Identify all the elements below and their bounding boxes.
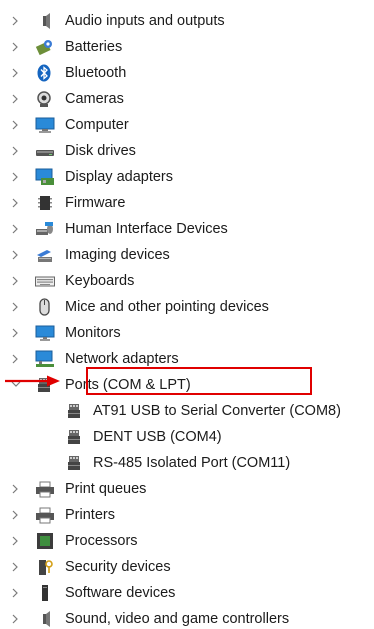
tree-node-dent-usb[interactable]: DENT USB (COM4) (0, 424, 374, 450)
monitor-icon (35, 324, 55, 342)
tree-node-disk-drives[interactable]: Disk drives (0, 138, 374, 164)
processor-icon (35, 532, 55, 550)
keyboard-icon (35, 272, 55, 290)
chevron-right-icon[interactable] (9, 86, 23, 112)
tree-node-human-interface-devices[interactable]: Human Interface Devices (0, 216, 374, 242)
tree-node-audio-inputs-and-outputs[interactable]: Audio inputs and outputs (0, 8, 374, 34)
tree-node-firmware[interactable]: Firmware (0, 190, 374, 216)
bluetooth-icon (35, 64, 55, 82)
chevron-right-icon[interactable] (9, 502, 23, 528)
tree-node-label: Audio inputs and outputs (65, 13, 225, 29)
camera-icon (35, 90, 55, 108)
tree-node-label: Firmware (65, 195, 126, 211)
tree-node-label: Security devices (65, 559, 171, 575)
port-icon (65, 428, 85, 446)
pointer-arrow-icon (5, 375, 60, 387)
tree-node-sound-video-game-controllers[interactable]: Sound, video and game controllers (0, 606, 374, 629)
firmware-icon (35, 194, 55, 212)
chevron-right-icon[interactable] (9, 242, 23, 268)
tree-node-label: Bluetooth (65, 65, 127, 81)
chevron-right-icon[interactable] (9, 8, 23, 34)
tree-node-security-devices[interactable]: Security devices (0, 554, 374, 580)
tree-node-rs485-isolated-port[interactable]: RS-485 Isolated Port (COM11) (0, 450, 374, 476)
tree-node-label: Batteries (65, 39, 123, 55)
chevron-right-icon[interactable] (9, 112, 23, 138)
tree-node-label: Print queues (65, 481, 147, 497)
tree-node-label: Printers (65, 507, 115, 523)
tree-node-label: Computer (65, 117, 129, 133)
tree-node-imaging-devices[interactable]: Imaging devices (0, 242, 374, 268)
battery-icon (35, 38, 55, 56)
tree-node-display-adapters[interactable]: Display adapters (0, 164, 374, 190)
tree-node-label: DENT USB (COM4) (93, 429, 222, 445)
tree-node-printers[interactable]: Printers (0, 502, 374, 528)
speaker-icon (35, 610, 55, 628)
printer-icon (35, 506, 55, 524)
chevron-right-icon[interactable] (9, 476, 23, 502)
tree-node-label: AT91 USB to Serial Converter (COM8) (93, 403, 341, 419)
chevron-right-icon[interactable] (9, 606, 23, 629)
tree-node-label: Disk drives (65, 143, 136, 159)
tree-node-keyboards[interactable]: Keyboards (0, 268, 374, 294)
security-icon (35, 558, 55, 576)
tree-node-at91-usb-serial-converter[interactable]: AT91 USB to Serial Converter (COM8) (0, 398, 374, 424)
computer-icon (35, 116, 55, 134)
tree-node-label: Monitors (65, 325, 121, 341)
chevron-right-icon[interactable] (9, 60, 23, 86)
tree-node-monitors[interactable]: Monitors (0, 320, 374, 346)
disk-drive-icon (35, 142, 55, 160)
hid-icon (35, 220, 55, 238)
chevron-right-icon[interactable] (9, 320, 23, 346)
chevron-right-icon[interactable] (9, 294, 23, 320)
tree-node-label: Processors (65, 533, 138, 549)
chevron-right-icon[interactable] (9, 346, 23, 372)
tree-node-label: Display adapters (65, 169, 173, 185)
highlight-box (86, 367, 312, 395)
tree-node-label: Cameras (65, 91, 124, 107)
chevron-right-icon[interactable] (9, 554, 23, 580)
imaging-icon (35, 246, 55, 264)
chevron-right-icon[interactable] (9, 528, 23, 554)
tree-node-label: RS-485 Isolated Port (COM11) (93, 455, 291, 471)
tree-node-label: Sound, video and game controllers (65, 611, 290, 627)
device-tree: Audio inputs and outputs Batteries Bluet… (0, 8, 374, 629)
tree-node-computer[interactable]: Computer (0, 112, 374, 138)
port-icon (65, 454, 85, 472)
speaker-icon (35, 12, 55, 30)
mouse-icon (35, 298, 55, 316)
tree-node-label: Mice and other pointing devices (65, 299, 269, 315)
software-device-icon (35, 584, 55, 602)
chevron-right-icon[interactable] (9, 34, 23, 60)
tree-node-mice-and-other-pointing-devices[interactable]: Mice and other pointing devices (0, 294, 374, 320)
printer-icon (35, 480, 55, 498)
tree-node-label: Keyboards (65, 273, 135, 289)
chevron-right-icon[interactable] (9, 580, 23, 606)
tree-node-label: Imaging devices (65, 247, 170, 263)
chevron-right-icon[interactable] (9, 164, 23, 190)
tree-node-software-devices[interactable]: Software devices (0, 580, 374, 606)
tree-node-bluetooth[interactable]: Bluetooth (0, 60, 374, 86)
tree-node-label: Software devices (65, 585, 176, 601)
tree-node-batteries[interactable]: Batteries (0, 34, 374, 60)
chevron-right-icon[interactable] (9, 138, 23, 164)
network-adapter-icon (35, 350, 55, 368)
tree-node-cameras[interactable]: Cameras (0, 86, 374, 112)
tree-node-processors[interactable]: Processors (0, 528, 374, 554)
chevron-right-icon[interactable] (9, 190, 23, 216)
chevron-right-icon[interactable] (9, 216, 23, 242)
tree-node-print-queues[interactable]: Print queues (0, 476, 374, 502)
chevron-right-icon[interactable] (9, 268, 23, 294)
tree-node-label: Human Interface Devices (65, 221, 228, 237)
display-adapter-icon (35, 168, 55, 186)
port-icon (65, 402, 85, 420)
